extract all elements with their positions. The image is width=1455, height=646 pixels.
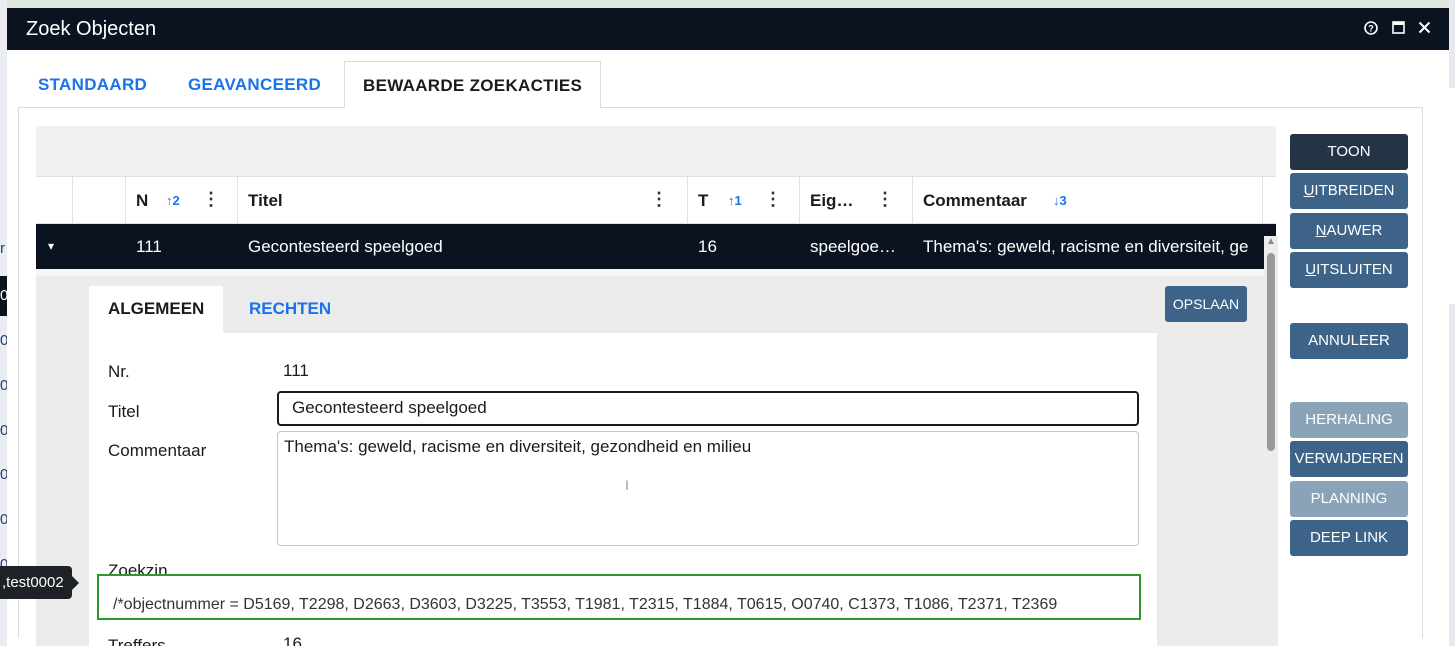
close-icon[interactable] bbox=[1414, 18, 1434, 38]
sort-asc-icon: ↑1 bbox=[728, 193, 742, 208]
titel-input[interactable]: Gecontesteerd speelgoed bbox=[277, 391, 1139, 426]
save-button[interactable]: OPSLAAN bbox=[1165, 286, 1247, 322]
background-text: r bbox=[0, 240, 5, 257]
nauwer-button[interactable]: NAUWER bbox=[1290, 213, 1408, 249]
column-menu-icon[interactable]: ⋮ bbox=[876, 189, 894, 210]
column-header-t[interactable]: T ↑1 ⋮ bbox=[688, 177, 800, 224]
tab-geavanceerd[interactable]: GEAVANCEERD bbox=[188, 61, 321, 108]
header-spacer bbox=[36, 177, 73, 224]
annuleer-button[interactable]: ANNULEER bbox=[1290, 323, 1408, 359]
maximize-icon[interactable] bbox=[1388, 18, 1408, 38]
column-header-label: T bbox=[698, 191, 709, 210]
column-menu-icon[interactable]: ⋮ bbox=[202, 189, 220, 210]
column-header-label: N bbox=[136, 191, 149, 210]
text-cursor-icon: I bbox=[625, 477, 629, 493]
treffers-value: 16 bbox=[283, 634, 302, 646]
toon-button[interactable]: TOON bbox=[1290, 134, 1408, 170]
column-header-label: Titel bbox=[248, 191, 283, 210]
cell-t: 16 bbox=[698, 237, 717, 256]
cell-nr: 111 bbox=[136, 237, 162, 256]
background-top-edge bbox=[0, 0, 1455, 8]
uitsluiten-button[interactable]: UITSLUITEN bbox=[1290, 252, 1408, 288]
commentaar-textarea[interactable]: Thema's: geweld, racisme en diversiteit,… bbox=[277, 431, 1139, 546]
grid-toolbar bbox=[36, 126, 1276, 177]
nr-value: 111 bbox=[283, 361, 309, 380]
column-header-label: Commentaar bbox=[923, 191, 1027, 210]
dialog-titlebar: Zoek Objecten ? bbox=[7, 8, 1449, 50]
column-header-titel[interactable]: Titel ⋮ bbox=[238, 177, 688, 224]
dialog-title: Zoek Objecten bbox=[26, 18, 157, 40]
accesskey-letter: N bbox=[1315, 222, 1327, 239]
tab-standaard[interactable]: STANDAARD bbox=[38, 61, 147, 108]
verwijderen-button[interactable]: VERWIJDEREN bbox=[1290, 441, 1408, 477]
column-header-n[interactable]: N ↑2 ⋮ bbox=[126, 177, 238, 224]
column-menu-icon[interactable]: ⋮ bbox=[764, 189, 782, 210]
header-expander bbox=[73, 177, 126, 224]
cell-eigenaar: speelgoe… bbox=[810, 237, 897, 256]
button-label: ITSLUITEN bbox=[1316, 261, 1393, 278]
cell-commentaar: Thema's: geweld, racisme en diversiteit,… bbox=[923, 237, 1249, 256]
tab-bewaarde-zoekacties[interactable]: BEWAARDE ZOEKACTIES bbox=[344, 61, 602, 108]
accesskey-letter: U bbox=[1305, 261, 1317, 278]
accesskey-letter: U bbox=[1303, 182, 1315, 199]
grid-scrollbar[interactable]: ▲ bbox=[1264, 236, 1278, 646]
column-header-label: Eig… bbox=[810, 191, 854, 210]
help-icon[interactable]: ? bbox=[1361, 18, 1381, 38]
table-row-selected[interactable]: ▾ 111 Gecontesteerd speelgoed 16 speelgo… bbox=[36, 224, 1276, 269]
titel-label: Titel bbox=[108, 402, 140, 421]
deep-link-button[interactable]: DEEP LINK bbox=[1290, 520, 1408, 556]
background-left-panel bbox=[0, 0, 7, 646]
treffers-label: Treffers bbox=[108, 636, 166, 646]
grid-header: N ↑2 ⋮ Titel ⋮ T ↑1 ⋮ Eig… ⋮ Commentaar … bbox=[36, 177, 1276, 224]
scrollbar-thumb[interactable] bbox=[1267, 253, 1275, 451]
sort-asc-icon: ↑2 bbox=[166, 193, 180, 208]
button-label: AUWER bbox=[1326, 222, 1383, 239]
column-header-eigenaar[interactable]: Eig… ⋮ bbox=[800, 177, 913, 224]
background-right-panel bbox=[1449, 0, 1455, 646]
tab-algemeen[interactable]: ALGEMEEN bbox=[89, 286, 224, 334]
commentaar-label: Commentaar bbox=[108, 441, 207, 460]
tooltip: ,test0002 bbox=[0, 566, 79, 599]
cell-titel: Gecontesteerd speelgoed bbox=[248, 237, 443, 256]
scroll-up-icon[interactable]: ▲ bbox=[1266, 236, 1276, 247]
herhaling-button[interactable]: HERHALING bbox=[1290, 402, 1408, 438]
collapse-row-icon[interactable]: ▾ bbox=[48, 224, 54, 269]
zoekzin-field[interactable]: /*objectnummer = D5169, T2298, D2663, D3… bbox=[97, 574, 1141, 620]
uitbreiden-button[interactable]: UITBREIDEN bbox=[1290, 173, 1408, 209]
button-label: ITBREIDEN bbox=[1314, 182, 1395, 199]
planning-button[interactable]: PLANNING bbox=[1290, 481, 1408, 517]
nr-label: Nr. bbox=[108, 362, 130, 381]
column-header-commentaar[interactable]: Commentaar ↓3 bbox=[913, 177, 1263, 224]
column-menu-icon[interactable]: ⋮ bbox=[650, 189, 668, 210]
sort-desc-icon: ↓3 bbox=[1053, 193, 1067, 208]
svg-text:?: ? bbox=[1368, 24, 1374, 34]
tab-rechten[interactable]: RECHTEN bbox=[249, 286, 331, 334]
